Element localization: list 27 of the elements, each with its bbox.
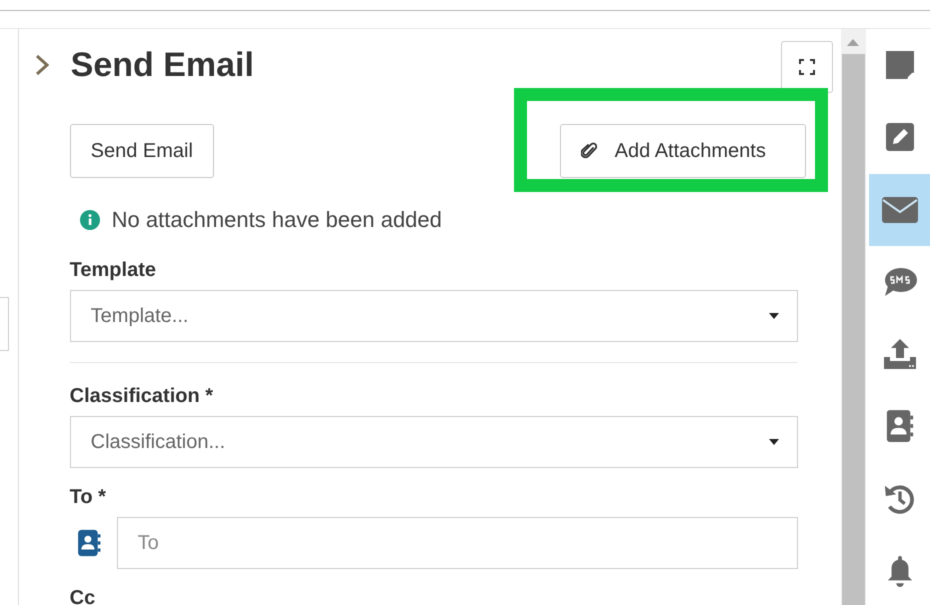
upload-tray-icon xyxy=(882,337,918,372)
contact-book-icon[interactable] xyxy=(76,528,101,558)
caret-icon xyxy=(768,313,779,319)
caret-icon xyxy=(768,439,779,445)
contact-book-icon xyxy=(884,409,915,444)
chevron-icon[interactable] xyxy=(34,54,49,76)
dropdown-field[interactable]: Template... xyxy=(70,290,798,342)
dropdown-field[interactable]: Classification... xyxy=(70,416,798,468)
info-message: No attachments have been added xyxy=(112,207,442,233)
paperclip-icon xyxy=(580,142,597,160)
pencil-icon xyxy=(884,121,916,154)
field-label: Template xyxy=(70,259,157,282)
recipient-field[interactable]: To xyxy=(116,517,798,569)
fullscreen-button[interactable] xyxy=(780,41,833,93)
field-label: Cc xyxy=(70,587,96,605)
info-icon xyxy=(80,210,100,230)
note-icon xyxy=(884,49,916,82)
scrollbar-thumb[interactable] xyxy=(842,54,865,605)
add-attachments-button[interactable]: Add Attachments xyxy=(560,124,806,178)
send-email-button[interactable]: Send Email xyxy=(70,124,214,178)
sidebar-item[interactable] xyxy=(869,174,930,246)
field-label: To * xyxy=(70,486,107,509)
panel-title: Send Email xyxy=(70,46,254,84)
envelope-icon xyxy=(880,194,919,225)
fullscreen-icon xyxy=(798,59,815,75)
field-label: Classification * xyxy=(70,385,214,408)
collapsed-panel-edge xyxy=(0,297,9,351)
